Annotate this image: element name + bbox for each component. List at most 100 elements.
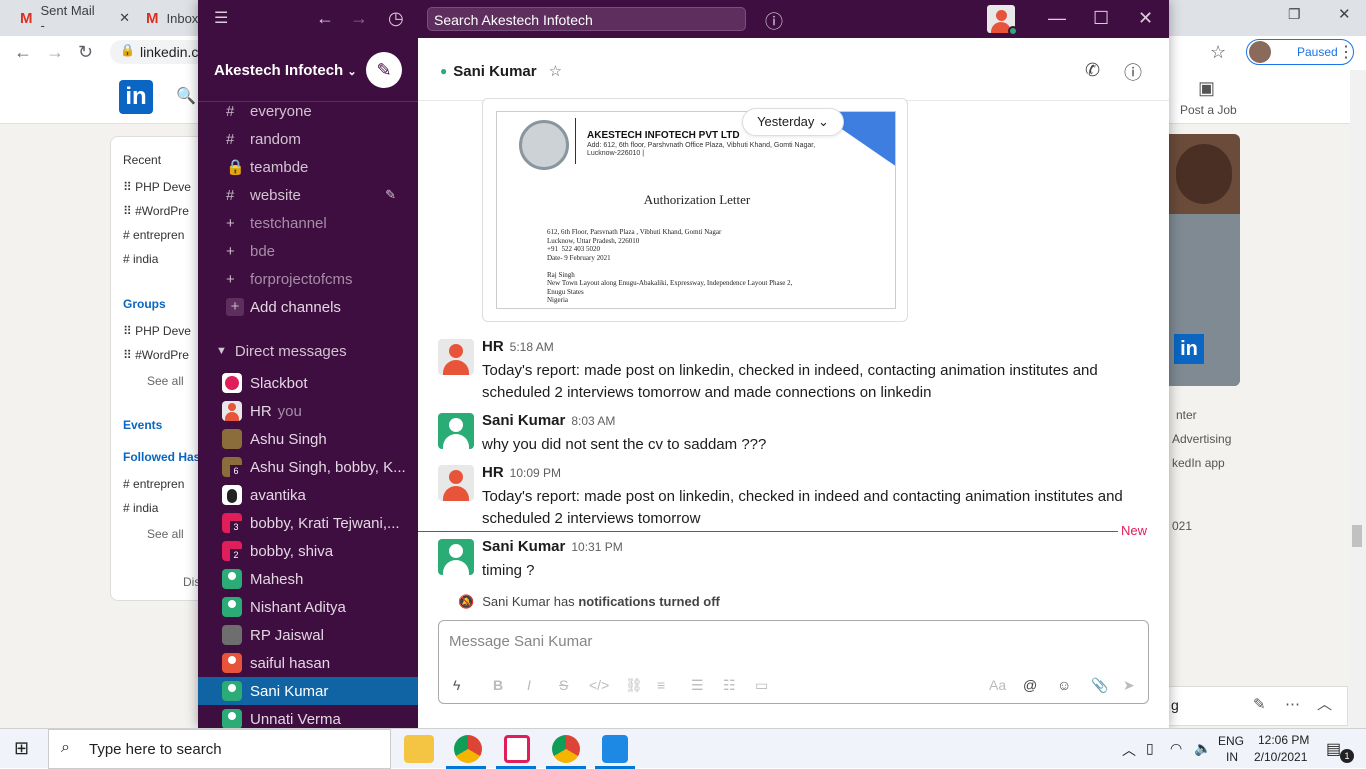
maximize-icon[interactable]: ☐ bbox=[1093, 8, 1109, 29]
notification-center-icon[interactable]: ▤ bbox=[1326, 739, 1341, 759]
slack-search-input[interactable]: Search Akestech Infotech bbox=[427, 7, 746, 31]
dm-nishant-aditya[interactable]: Nishant Aditya bbox=[198, 593, 418, 621]
minimize-icon[interactable]: — bbox=[1048, 8, 1066, 29]
whiteboard-icon[interactable] bbox=[602, 735, 628, 763]
linkedin-messaging-bar[interactable]: g ✎ ⋯ ︿ bbox=[1168, 686, 1348, 726]
blockquote-icon[interactable]: ☷ bbox=[723, 677, 736, 694]
workspace-name[interactable]: Akestech Infotech ⌄ bbox=[214, 62, 357, 79]
bookmark-star-icon[interactable]: ☆ bbox=[1210, 42, 1226, 63]
post-job-link[interactable]: Post a Job bbox=[1180, 103, 1237, 117]
footer-link[interactable]: nter bbox=[1176, 408, 1197, 422]
chrome-profile-icon[interactable] bbox=[552, 735, 580, 763]
avatar[interactable] bbox=[438, 465, 474, 501]
avatar[interactable] bbox=[438, 413, 474, 449]
events-link[interactable]: Events bbox=[123, 418, 162, 432]
text-format-icon[interactable]: Aa bbox=[989, 677, 1006, 693]
channel-everyone[interactable]: # everyone bbox=[198, 97, 418, 125]
forward-icon[interactable]: → bbox=[46, 42, 64, 63]
italic-icon[interactable]: I bbox=[527, 677, 531, 693]
channel-teambde[interactable]: 🔒 teambde bbox=[198, 153, 418, 181]
groups-link[interactable]: Groups bbox=[123, 297, 166, 311]
dm-ashu-singh[interactable]: Ashu Singh bbox=[198, 425, 418, 453]
chevron-up-icon[interactable]: ︿ bbox=[1122, 740, 1136, 760]
message-composer[interactable]: Message Sani Kumar ϟ B I S </> ⛓ ≡ ☰ ☷ ▭… bbox=[438, 620, 1149, 704]
forward-icon[interactable]: → bbox=[350, 8, 368, 29]
wifi-icon[interactable]: ◠ bbox=[1170, 740, 1182, 757]
slack-icon[interactable] bbox=[504, 735, 530, 763]
see-all-link[interactable]: See all bbox=[147, 374, 184, 388]
browser-menu-icon[interactable]: ⋮ bbox=[1338, 42, 1354, 62]
taskbar-search-input[interactable]: ⌕ Type here to search bbox=[48, 729, 391, 769]
recent-item[interactable]: ⠿ PHP Deve bbox=[123, 180, 191, 194]
message-author[interactable]: Sani Kumar 10:31 PM bbox=[482, 538, 623, 555]
recent-item[interactable]: ⠿ #WordPre bbox=[123, 204, 189, 218]
dm-group-ashu[interactable]: 6 Ashu Singh, bobby, K... bbox=[198, 453, 418, 481]
star-icon[interactable]: ☆ bbox=[549, 62, 562, 80]
link-icon[interactable]: ⛓ bbox=[625, 677, 643, 694]
scrollbar-thumb[interactable] bbox=[1352, 525, 1362, 547]
recent-item[interactable]: # india bbox=[123, 252, 158, 266]
message-author[interactable]: HR 5:18 AM bbox=[482, 338, 554, 355]
close-window-icon[interactable]: ✕ bbox=[1338, 5, 1351, 23]
code-block-icon[interactable]: ▭ bbox=[755, 677, 768, 694]
date-divider-button[interactable]: Yesterday ⌄ bbox=[742, 108, 844, 136]
strikethrough-icon[interactable]: S bbox=[559, 677, 568, 693]
dm-unnati-verma[interactable]: Unnati Verma bbox=[198, 705, 418, 728]
footer-link[interactable]: kedIn app bbox=[1172, 456, 1225, 470]
footer-link[interactable]: Advertising bbox=[1172, 432, 1231, 446]
file-explorer-icon[interactable] bbox=[404, 735, 434, 763]
see-all-link[interactable]: See all bbox=[147, 527, 184, 541]
browser-tab-inbox[interactable]: M Inbox bbox=[146, 6, 206, 30]
restore-icon[interactable]: ❐ bbox=[1288, 6, 1301, 23]
help-icon[interactable]: ⓘ bbox=[765, 8, 783, 34]
chrome-icon[interactable] bbox=[454, 735, 482, 763]
hamburger-menu-icon[interactable]: ☰ bbox=[214, 8, 228, 28]
back-icon[interactable]: ← bbox=[316, 8, 334, 29]
back-icon[interactable]: ← bbox=[14, 42, 32, 63]
direct-messages-header[interactable]: ▼ Direct messages bbox=[198, 337, 418, 365]
dm-hr[interactable]: HR you bbox=[198, 397, 418, 425]
close-icon[interactable]: ✕ bbox=[119, 10, 130, 26]
bulleted-list-icon[interactable]: ☰ bbox=[691, 677, 704, 694]
ad-image[interactable]: in bbox=[1168, 134, 1240, 386]
message-author[interactable]: HR 10:09 PM bbox=[482, 464, 561, 481]
clock-time[interactable]: 12:06 PM bbox=[1258, 733, 1309, 747]
briefcase-icon[interactable]: ▣ bbox=[1198, 78, 1215, 99]
edit-icon[interactable]: ✎ bbox=[1253, 695, 1266, 713]
volume-icon[interactable]: 🔈 bbox=[1194, 740, 1211, 757]
linkedin-logo[interactable]: in bbox=[119, 80, 153, 114]
channel-forprojectofcms[interactable]: + forprojectofcms bbox=[198, 265, 418, 293]
language-region[interactable]: IN bbox=[1226, 750, 1238, 764]
bold-icon[interactable]: B bbox=[493, 677, 503, 693]
workspace-header[interactable]: Akestech Infotech ⌄ ✎ bbox=[198, 38, 418, 102]
reload-icon[interactable]: ↻ bbox=[78, 42, 93, 63]
close-icon[interactable]: ✕ bbox=[1138, 8, 1153, 29]
channel-random[interactable]: # random bbox=[198, 125, 418, 153]
device-icon[interactable]: ▯ bbox=[1146, 740, 1154, 757]
code-icon[interactable]: </> bbox=[589, 677, 609, 693]
history-icon[interactable]: ◷ bbox=[388, 8, 404, 29]
emoji-icon[interactable]: ☺ bbox=[1057, 677, 1071, 693]
channel-website[interactable]: # website ✎ bbox=[198, 181, 418, 209]
group-item[interactable]: ⠿ PHP Deve bbox=[123, 324, 191, 338]
dm-slackbot[interactable]: Slackbot bbox=[198, 369, 418, 397]
dm-sani-kumar[interactable]: Sani Kumar bbox=[198, 677, 418, 705]
mention-icon[interactable]: @ bbox=[1023, 677, 1037, 693]
search-icon[interactable]: 🔍 bbox=[176, 86, 196, 106]
add-channels-button[interactable]: + Add channels bbox=[198, 293, 418, 321]
dm-rp-jaiswal[interactable]: RP Jaiswal bbox=[198, 621, 418, 649]
compose-button[interactable]: ✎ bbox=[366, 52, 402, 88]
dm-group-bobby-shiva[interactable]: 2 bobby, shiva bbox=[198, 537, 418, 565]
attachment-icon[interactable]: 📎 bbox=[1091, 677, 1108, 694]
dm-mahesh[interactable]: Mahesh bbox=[198, 565, 418, 593]
message-input[interactable]: Message Sani Kumar bbox=[449, 633, 592, 650]
dm-saiful-hasan[interactable]: saiful hasan bbox=[198, 649, 418, 677]
numbered-list-icon[interactable]: ≡ bbox=[657, 677, 665, 693]
avatar[interactable] bbox=[438, 539, 474, 575]
windows-start-icon[interactable]: ⊞ bbox=[14, 738, 29, 759]
channel-bde[interactable]: + bde bbox=[198, 237, 418, 265]
hashtag-item[interactable]: # entrepren bbox=[123, 477, 184, 491]
browser-tab-sent-mail[interactable]: M Sent Mail - ✕ bbox=[20, 3, 130, 33]
avatar[interactable] bbox=[438, 339, 474, 375]
info-icon[interactable]: ⓘ bbox=[1124, 59, 1142, 85]
